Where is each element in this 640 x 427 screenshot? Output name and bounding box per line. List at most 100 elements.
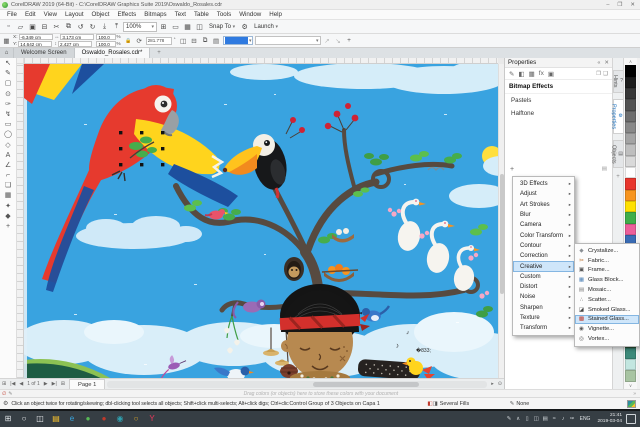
- artistic-media-tool[interactable]: ↯: [5, 111, 11, 118]
- scale-y-field[interactable]: 100.0: [96, 41, 116, 47]
- no-color-icon[interactable]: ∅: [0, 391, 8, 397]
- import-icon[interactable]: ⤓: [99, 23, 110, 31]
- submenu-item-scatter[interactable]: ∴Scatter...: [575, 295, 639, 305]
- menu-item-texture[interactable]: Texture▸: [513, 313, 574, 323]
- new-document-tab-button[interactable]: +: [150, 48, 168, 58]
- scale-x-field[interactable]: 100.0: [96, 34, 116, 40]
- menu-file[interactable]: File: [3, 11, 21, 18]
- palette-swatch-8[interactable]: [625, 156, 636, 167]
- menu-table[interactable]: Table: [190, 11, 213, 18]
- palette-swatch-1[interactable]: [625, 77, 636, 88]
- launch-button[interactable]: Launch ▾: [251, 24, 281, 30]
- palette-scroll-up-icon[interactable]: ∧: [629, 59, 632, 64]
- palette-swatch-7[interactable]: [625, 144, 636, 155]
- clock[interactable]: 21:41 2019-03-04: [597, 413, 622, 424]
- transparency-tab[interactable]: ▦: [529, 70, 535, 78]
- x-position-field[interactable]: -6.349 cm: [19, 34, 53, 40]
- object-width-field[interactable]: 3.173 cm: [60, 34, 94, 40]
- app-teal-circle-icon[interactable]: ◉: [112, 415, 128, 423]
- rectangle-tool[interactable]: ▭: [5, 121, 12, 128]
- palette-swatch-26[interactable]: [625, 359, 636, 370]
- collapse-docker-icon[interactable]: «: [597, 60, 600, 66]
- battery-icon[interactable]: ▯: [523, 416, 532, 422]
- language-indicator[interactable]: ENG: [580, 416, 591, 422]
- submenu-item-vignette[interactable]: ◉Vignette...: [575, 324, 639, 334]
- menu-view[interactable]: View: [40, 11, 61, 18]
- copy-icon[interactable]: ⧉: [63, 23, 74, 31]
- more-tools[interactable]: +: [6, 223, 10, 230]
- submenu-item-glass-block[interactable]: ▦Glass Block...: [575, 275, 639, 285]
- palette-swatch-11[interactable]: [625, 190, 636, 201]
- palette-swatch-25[interactable]: [625, 348, 636, 359]
- palette-swatch-0[interactable]: [625, 65, 636, 76]
- freehand-tool[interactable]: ✑: [5, 101, 11, 108]
- tab-objects[interactable]: ▤Objects: [613, 140, 623, 169]
- menu-item-distort[interactable]: Distort▸: [513, 282, 574, 292]
- new-document-icon[interactable]: ▫: [3, 23, 14, 31]
- start-button[interactable]: ⊞: [0, 415, 16, 423]
- palette-swatch-12[interactable]: [625, 201, 636, 212]
- app-green-circle-icon[interactable]: ●: [80, 415, 96, 423]
- quick-customize-icon[interactable]: +: [345, 37, 354, 44]
- menu-item-noise[interactable]: Noise▸: [513, 292, 574, 302]
- menu-bitmaps[interactable]: Bitmaps: [140, 11, 170, 18]
- eyedropper-tool[interactable]: ✦: [5, 203, 11, 210]
- palette-swatch-10[interactable]: [625, 178, 636, 189]
- convert-alt-icon[interactable]: ↘: [334, 37, 343, 45]
- menu-item-art-strokes[interactable]: Art Strokes▸: [513, 200, 574, 210]
- menu-item-blur[interactable]: Blur▸: [513, 210, 574, 220]
- minimize-button[interactable]: –: [606, 2, 609, 8]
- wrap-text-icon[interactable]: ▤: [212, 37, 221, 45]
- transparency-tool[interactable]: ▦: [5, 192, 12, 199]
- volume-icon[interactable]: ♪: [559, 416, 568, 422]
- rotation-angle-field[interactable]: 281.778: [146, 37, 172, 45]
- palette-swatch-4[interactable]: [625, 111, 636, 122]
- palette-swatch-9[interactable]: [625, 167, 636, 178]
- export-icon[interactable]: ⤒: [111, 23, 122, 31]
- outline-style-combo[interactable]: ▾: [255, 36, 321, 45]
- display-icon[interactable]: ◫: [532, 416, 541, 422]
- menu-item-adjust[interactable]: Adjust▸: [513, 189, 574, 199]
- polygon-tool[interactable]: ◇: [5, 142, 10, 149]
- crop-tool[interactable]: ▢: [5, 80, 12, 87]
- zoom-tool[interactable]: ⊙: [5, 91, 11, 98]
- menu-help[interactable]: Help: [265, 11, 286, 18]
- status-tool-icon[interactable]: ⚙: [0, 400, 11, 407]
- redo-icon[interactable]: ↻: [87, 23, 98, 31]
- drop-shadow-tool[interactable]: ❏: [5, 182, 11, 189]
- menu-edit[interactable]: Edit: [21, 11, 40, 18]
- submenu-item-mosaic[interactable]: ▤Mosaic...: [575, 285, 639, 295]
- prev-page-icon[interactable]: ◀: [17, 381, 25, 387]
- effect-pastels[interactable]: Pastels: [505, 94, 612, 107]
- horizontal-scrollbar-thumb[interactable]: [313, 382, 419, 387]
- submenu-item-frame[interactable]: ▣Frame...: [575, 266, 639, 276]
- text-tool[interactable]: A: [6, 152, 11, 159]
- menu-window[interactable]: Window: [235, 11, 265, 18]
- edge-icon[interactable]: e: [64, 415, 80, 423]
- options-gear-icon[interactable]: ⚙: [239, 23, 250, 31]
- fill-tab[interactable]: ◧: [518, 70, 524, 78]
- page-options-icon[interactable]: ⊞: [59, 381, 67, 387]
- menu-item-creative[interactable]: Creative▸: [513, 261, 574, 271]
- shape-tool[interactable]: ✎: [5, 70, 11, 77]
- submenu-item-stained-glass[interactable]: ▩Stained Glass...: [575, 315, 639, 325]
- tab-oswaldo-rosales[interactable]: Oswaldo_Rosales.cdr*: [75, 48, 151, 58]
- cut-icon[interactable]: ✂: [51, 23, 62, 31]
- menu-object[interactable]: Object: [88, 11, 114, 18]
- app-red-circle-icon[interactable]: ●: [96, 415, 112, 423]
- drawing-canvas[interactable]: ♪ ♪ �833;: [24, 64, 498, 378]
- chevron-up-icon[interactable]: ∧: [514, 416, 523, 422]
- pen-tray-icon[interactable]: ✎: [505, 416, 514, 422]
- open-icon[interactable]: ▱: [15, 23, 26, 31]
- effects-tab[interactable]: fx: [539, 70, 544, 77]
- palette-swatch-13[interactable]: [625, 212, 636, 223]
- palette-swatch-3[interactable]: [625, 99, 636, 110]
- pick-tool[interactable]: ↖: [5, 60, 11, 67]
- show-rulers-icon[interactable]: ▭: [170, 23, 181, 31]
- app-y-icon[interactable]: Y: [144, 415, 160, 423]
- add-docker-icon[interactable]: +: [616, 174, 620, 180]
- network-icon[interactable]: ≈: [550, 416, 559, 422]
- add-effect-button[interactable]: +: [510, 166, 514, 173]
- pin-panel-icon[interactable]: ❑: [603, 71, 608, 77]
- menu-layout[interactable]: Layout: [61, 11, 88, 18]
